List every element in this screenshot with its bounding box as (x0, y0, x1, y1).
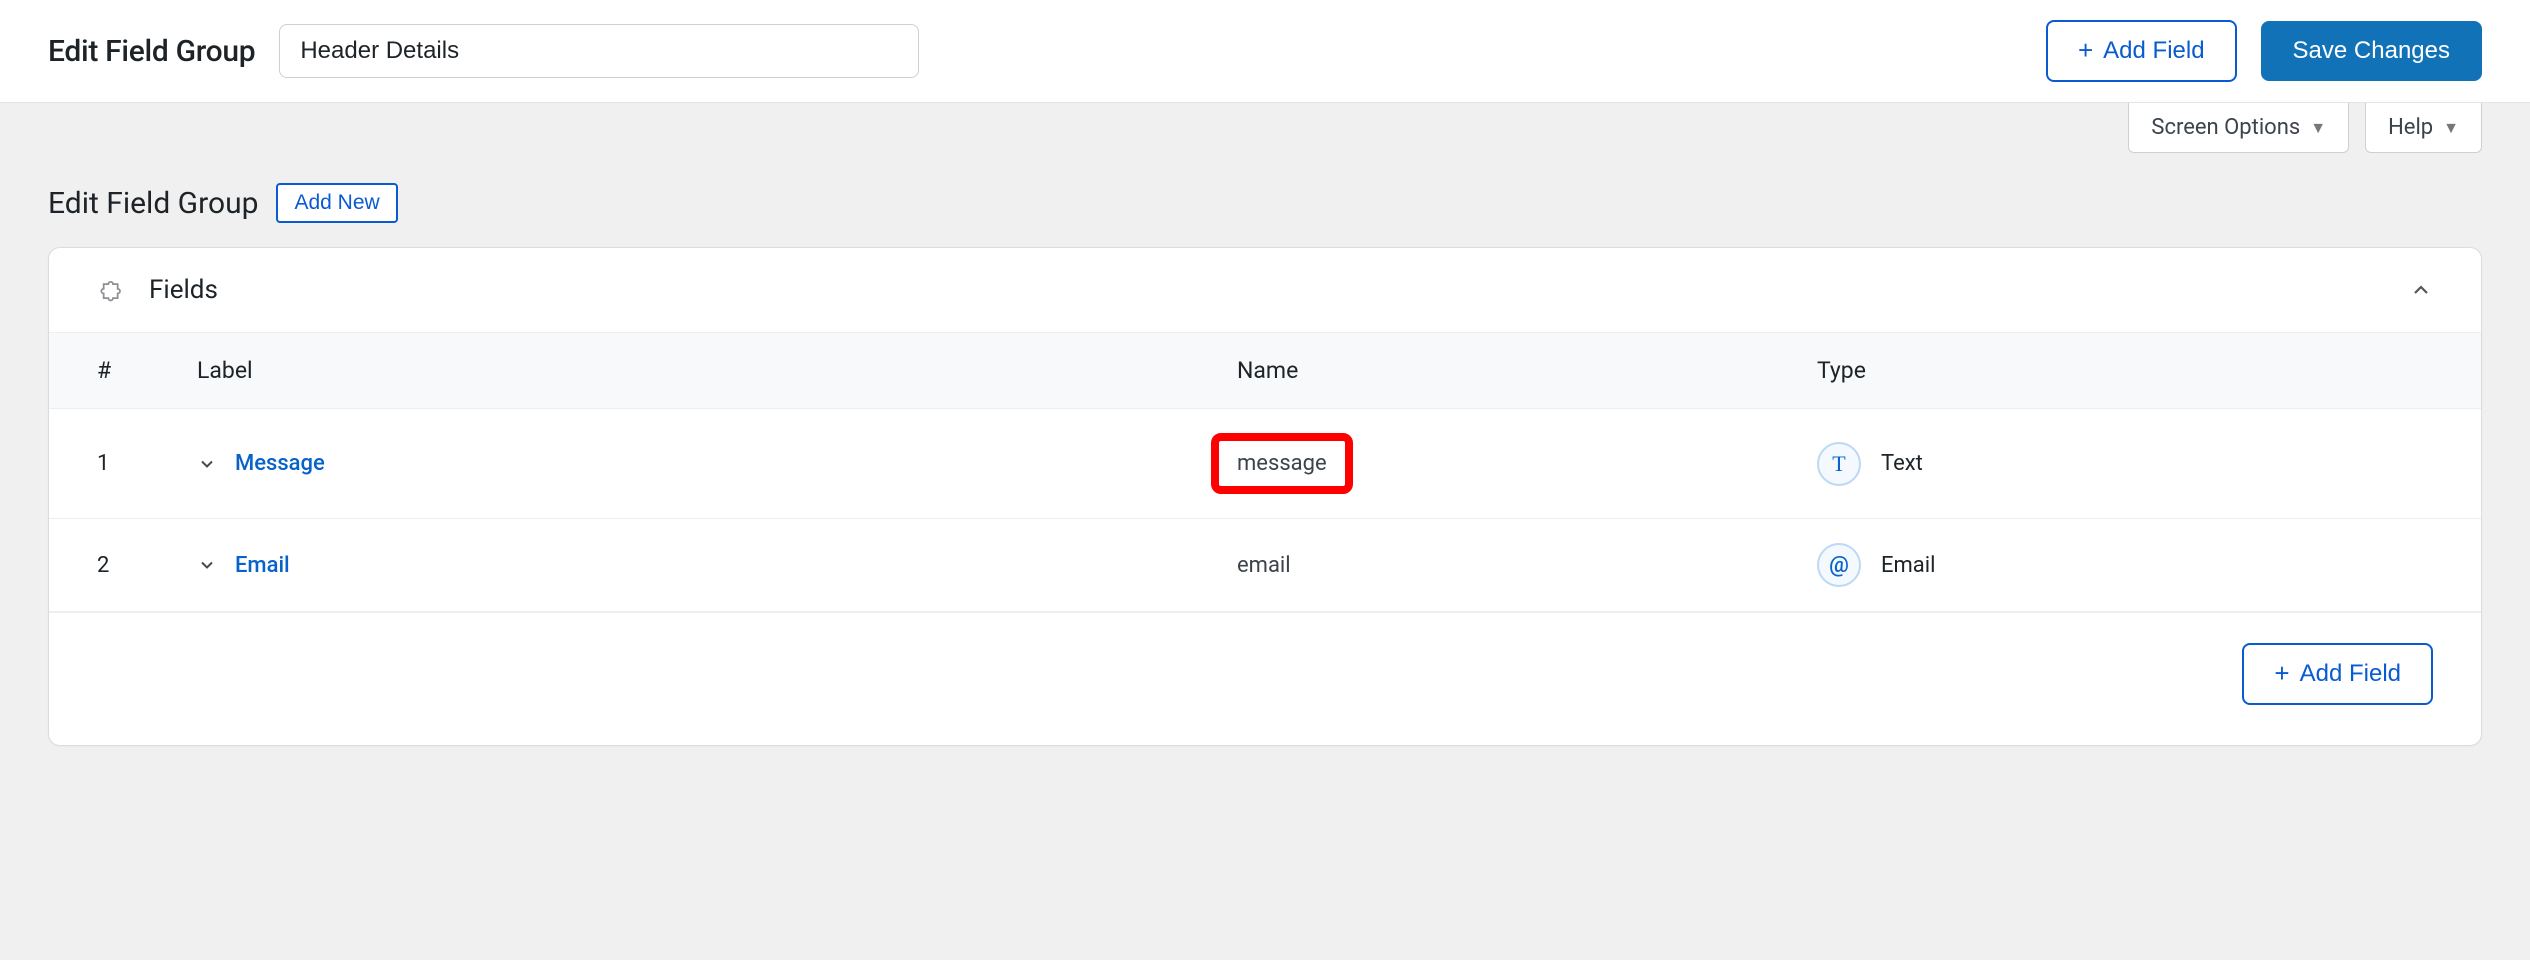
page-heading-row: Edit Field Group Add New (48, 183, 2482, 223)
help-tab[interactable]: Help ▼ (2365, 103, 2482, 153)
panel-title: Fields (149, 275, 218, 305)
field-type: Text (1881, 451, 1923, 476)
utility-tabs: Screen Options ▼ Help ▼ (0, 103, 2530, 153)
col-num-header: # (97, 357, 197, 384)
save-changes-button[interactable]: Save Changes (2261, 21, 2482, 81)
add-field-button-top[interactable]: + Add Field (2046, 20, 2237, 82)
add-field-button-bottom[interactable]: + Add Field (2242, 643, 2433, 705)
puzzle-icon (97, 274, 129, 306)
chevron-down-icon[interactable] (197, 555, 217, 575)
table-row[interactable]: 2 Email email @ Email (49, 519, 2481, 612)
row-number: 1 (97, 451, 197, 476)
screen-options-tab[interactable]: Screen Options ▼ (2128, 103, 2349, 153)
top-bar-title: Edit Field Group (48, 34, 255, 69)
field-label-link[interactable]: Message (235, 451, 325, 476)
fields-panel: Fields # Label Name Type 1 Mes (48, 247, 2482, 746)
help-label: Help (2388, 115, 2433, 140)
row-number: 2 (97, 553, 197, 578)
panel-footer: + Add Field (49, 612, 2481, 745)
field-group-title-input[interactable] (279, 24, 919, 78)
col-name-header: Name (1237, 357, 1817, 384)
field-name: email (1237, 553, 1291, 578)
field-type: Email (1881, 553, 1935, 578)
col-label-header: Label (197, 357, 1237, 384)
col-type-header: Type (1817, 357, 2433, 384)
plus-icon: + (2274, 660, 2289, 686)
add-field-button-top-label: Add Field (2103, 39, 2204, 63)
page-heading: Edit Field Group (48, 186, 258, 221)
screen-options-label: Screen Options (2151, 115, 2300, 140)
chevron-down-icon[interactable] (197, 454, 217, 474)
highlight-annotation: message (1211, 433, 1353, 494)
plus-icon: + (2078, 37, 2093, 63)
top-bar: Edit Field Group + Add Field Save Change… (0, 0, 2530, 103)
add-field-button-bottom-label: Add Field (2300, 662, 2401, 686)
caret-down-icon: ▼ (2310, 118, 2326, 138)
field-name: message (1237, 451, 1327, 476)
collapse-panel-icon[interactable] (2409, 278, 2433, 302)
type-icon-text: T (1817, 442, 1861, 486)
caret-down-icon: ▼ (2443, 118, 2459, 138)
panel-header: Fields (49, 248, 2481, 333)
type-icon-email: @ (1817, 543, 1861, 587)
table-row[interactable]: 1 Message message T Text (49, 409, 2481, 519)
field-label-link[interactable]: Email (235, 553, 290, 578)
add-new-label: Add New (294, 191, 379, 214)
table-header: # Label Name Type (49, 333, 2481, 409)
add-new-button[interactable]: Add New (276, 183, 397, 223)
save-changes-label: Save Changes (2293, 39, 2450, 63)
